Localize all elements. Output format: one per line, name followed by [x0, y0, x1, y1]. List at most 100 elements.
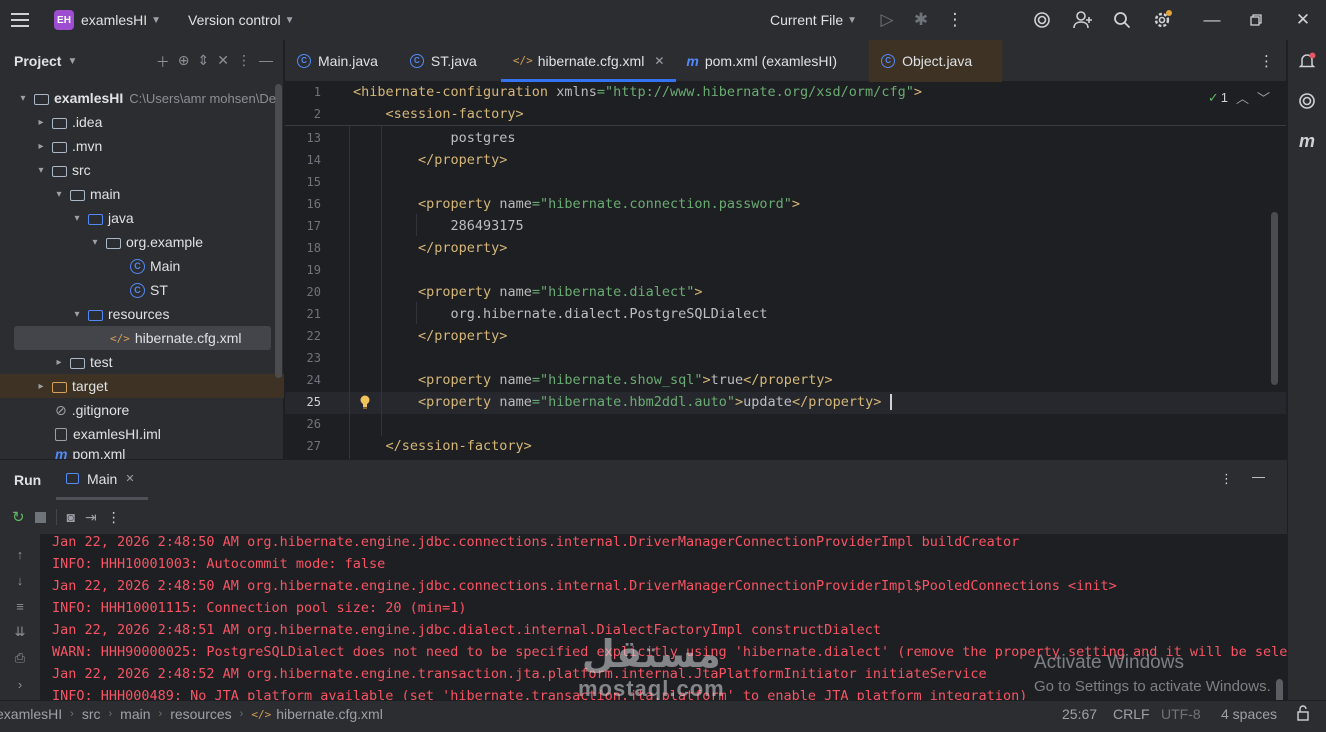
caret-position[interactable]: 25:67 [1062, 706, 1097, 722]
tree-item-iml[interactable]: examlesHI.iml [55, 422, 161, 446]
tree-item-target[interactable]: ▸ target [34, 374, 107, 398]
settings-gear-icon[interactable] [1147, 5, 1177, 35]
run-tab-main[interactable]: Main ✕ [56, 460, 148, 500]
tree-item-src[interactable]: ▾ src [34, 158, 91, 182]
new-file-icon[interactable]: ＋ [156, 52, 170, 72]
tab-options-icon[interactable]: ⋮ [1259, 52, 1274, 70]
console-scrollbar[interactable] [1276, 679, 1283, 701]
tree-item-resources[interactable]: ▾ resources [70, 302, 169, 326]
tab-pom-xml[interactable]: m pom.xml (examlesHI) [676, 40, 869, 82]
add-user-icon[interactable] [1068, 5, 1098, 35]
debug-icon[interactable]: ✱ [906, 5, 936, 35]
chevron-down-icon[interactable]: ▾ [88, 237, 102, 248]
tab-hibernate-cfg[interactable]: </> hibernate.cfg.xml ✕ [500, 40, 677, 82]
chevron-right-icon[interactable]: ▸ [34, 141, 48, 152]
chevron-down-icon[interactable]: ﹀ [1257, 88, 1270, 107]
options-icon[interactable]: ⋮ [237, 52, 251, 72]
lock-icon[interactable] [1296, 705, 1310, 724]
breadcrumb-src[interactable]: src [82, 706, 101, 722]
expand-all-icon[interactable]: ⇕ [198, 52, 210, 72]
collapse-all-icon[interactable]: ✕ [217, 52, 229, 72]
breadcrumb-resources[interactable]: resources [170, 706, 231, 722]
tree-item-test[interactable]: ▸ test [52, 350, 112, 374]
chevron-right-icon[interactable]: ▸ [52, 357, 66, 368]
ai-assistant-icon[interactable] [1027, 5, 1057, 35]
indent-setting[interactable]: 4 spaces [1221, 706, 1277, 722]
hide-panel-icon[interactable]: — [259, 52, 273, 72]
hide-panel-icon[interactable]: — [1252, 469, 1265, 484]
editor-scrollbar[interactable] [1271, 212, 1278, 385]
rerun-icon[interactable]: ↻ [12, 508, 25, 526]
tree-item-root[interactable]: ▾ examlesHI C:\Users\amr mohsen\De [16, 86, 275, 110]
breadcrumb-file[interactable]: hibernate.cfg.xml [276, 706, 383, 722]
run-panel-title[interactable]: Run [14, 472, 41, 488]
search-icon[interactable] [1107, 5, 1137, 35]
chevron-up-icon[interactable]: ︿ [1236, 88, 1249, 107]
scroll-to-end-icon[interactable]: ⇊ [12, 624, 28, 640]
main-menu-icon[interactable] [5, 5, 35, 35]
tree-item-label: src [72, 162, 91, 178]
chevron-down-icon[interactable]: ▼ [67, 56, 77, 67]
more-icon[interactable]: ⋮ [107, 509, 121, 526]
project-panel-title[interactable]: Project [14, 53, 61, 69]
soft-wrap-icon[interactable]: ≡ [12, 598, 28, 614]
notifications-icon[interactable] [1296, 50, 1318, 72]
close-tab-icon[interactable]: ✕ [654, 54, 664, 68]
print-icon[interactable]: ⎙ [12, 650, 28, 666]
minimize-icon[interactable]: — [1197, 5, 1227, 35]
tree-item-pom[interactable]: m pom.xml [55, 446, 125, 459]
code-token: <property [418, 394, 500, 410]
run-config-selector[interactable]: Current File ▼ [770, 12, 857, 28]
tree-item-st-class[interactable]: C ST [130, 278, 168, 302]
chevron-right-icon[interactable]: ▸ [34, 117, 48, 128]
camera-icon[interactable]: ◙ [67, 509, 75, 525]
tree-item-main[interactable]: ▾ main [52, 182, 120, 206]
ai-assistant-icon[interactable] [1296, 90, 1318, 112]
chevron-down-icon[interactable]: ▾ [16, 93, 30, 104]
tree-item-idea[interactable]: ▸ .idea [34, 110, 102, 134]
code-editor[interactable]: 13 postgres 14 </property> 15 16 <property … [285, 82, 1286, 459]
project-switcher[interactable]: EH examlesHI ▼ [54, 10, 161, 30]
project-scrollbar[interactable] [275, 84, 282, 378]
close-window-icon[interactable]: ✕ [1288, 5, 1318, 35]
inspection-widget[interactable]: ✓ 1 ︿ ﹀ [1208, 88, 1270, 107]
maven-icon[interactable]: m [1296, 130, 1318, 152]
tree-item-java[interactable]: ▾ java [70, 206, 134, 230]
tree-item-gitignore[interactable]: ⊘ .gitignore [55, 398, 129, 422]
line-number: 22 [306, 329, 321, 343]
chevron-down-icon[interactable]: ▾ [52, 189, 66, 200]
chevron-down-icon[interactable]: ▾ [70, 309, 84, 320]
tree-item-hibernate-cfg[interactable]: </> hibernate.cfg.xml [110, 326, 241, 350]
more-actions-icon[interactable]: ⋮ [940, 5, 970, 35]
file-encoding[interactable]: UTF-8 [1161, 706, 1201, 722]
locate-icon[interactable]: ⊕ [178, 52, 190, 72]
run-options-icon[interactable]: ⋮ [1220, 471, 1233, 487]
tree-item-mvn[interactable]: ▸ .mvn [34, 134, 102, 158]
tree-item-main-class[interactable]: C Main [130, 254, 180, 278]
tab-main-java[interactable]: C Main.java [285, 40, 390, 82]
stop-icon[interactable] [34, 511, 46, 523]
export-icon[interactable]: ⇥ [85, 509, 97, 526]
chevron-down-icon[interactable]: ▾ [70, 213, 84, 224]
chevron-down-icon[interactable]: ▾ [34, 165, 48, 176]
class-icon: C [297, 53, 311, 68]
breadcrumb-main[interactable]: main [120, 706, 150, 722]
close-tab-icon[interactable]: ✕ [125, 472, 134, 485]
arrow-down-icon[interactable]: ↓ [12, 572, 28, 588]
code-token: xmlns [556, 84, 597, 100]
tree-item-label: java [108, 210, 134, 226]
lightbulb-icon[interactable] [359, 395, 371, 409]
breadcrumb-project[interactable]: examlesHI [0, 706, 62, 722]
line-separator[interactable]: CRLF [1113, 706, 1150, 722]
tab-st-java[interactable]: C ST.java [390, 40, 501, 82]
chevron-right-icon[interactable]: › [12, 676, 28, 692]
arrow-up-icon[interactable]: ↑ [12, 546, 28, 562]
tab-object-java[interactable]: C Object.java [869, 39, 1003, 82]
vcs-widget[interactable]: Version control ▼ [188, 12, 295, 28]
code-line: </session-factory> [353, 438, 532, 454]
tree-item-package[interactable]: ▾ org.example [88, 230, 203, 254]
run-icon[interactable]: ▷ [872, 5, 902, 35]
xml-file-icon: </> [251, 707, 272, 721]
chevron-right-icon[interactable]: ▸ [34, 381, 48, 392]
maximize-icon[interactable] [1241, 5, 1271, 35]
